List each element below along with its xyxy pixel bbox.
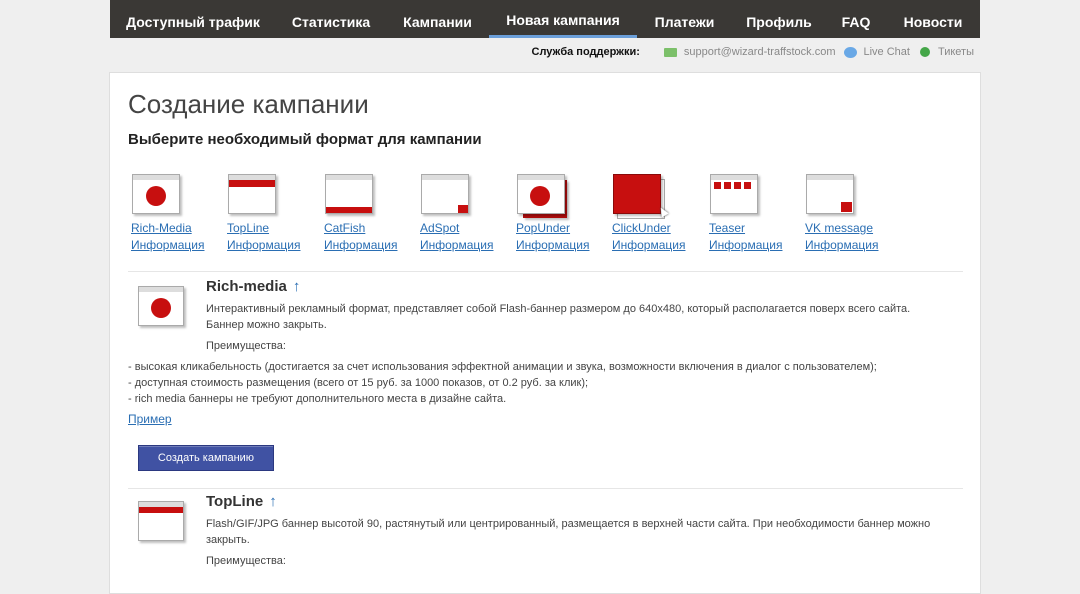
rich-media-advantages-label: Преимущества: — [206, 340, 286, 352]
topline-icon[interactable] — [228, 174, 276, 214]
nav-item-statistics[interactable]: Статистика — [276, 0, 386, 38]
support-label: Служба поддержки: — [531, 46, 640, 58]
scroll-top-arrow-icon[interactable]: ↑ — [293, 278, 301, 295]
nav-item-profile[interactable]: Профиль — [732, 0, 826, 38]
advantage-item: - доступная стоимость размещения (всего … — [128, 377, 589, 389]
mail-icon — [663, 47, 677, 57]
vk-message-icon[interactable] — [806, 174, 854, 214]
format-vk-message-info-link[interactable]: Информация — [805, 238, 878, 252]
catfish-icon[interactable] — [325, 174, 373, 214]
format-topline-link[interactable]: TopLine — [227, 221, 269, 235]
format-teaser-info-link[interactable]: Информация — [709, 238, 782, 252]
clickunder-icon[interactable] — [613, 174, 661, 214]
nav-item-payments[interactable]: Платежи — [637, 0, 732, 38]
advantage-item: - высокая кликабельность (достигается за… — [128, 361, 877, 373]
format-selector: Rich-Media Информация TopLine Информация… — [128, 171, 968, 261]
format-clickunder-info-link[interactable]: Информация — [612, 238, 685, 252]
rich-media-advantages-list: - высокая кликабельность (достигается за… — [128, 359, 968, 407]
tickets-link[interactable]: Тикеты — [938, 46, 974, 58]
divider — [128, 488, 963, 489]
format-subtitle: Выберите необходимый формат для кампании — [128, 131, 482, 148]
nav-item-campaigns[interactable]: Кампании — [386, 0, 489, 38]
topline-section-title: TopLine ↑ — [206, 493, 277, 510]
format-popunder-link[interactable]: PopUnder — [516, 221, 570, 235]
divider — [128, 271, 963, 272]
rich-media-desc-line-2: Баннер можно закрыть. — [206, 319, 327, 331]
format-teaser-link[interactable]: Teaser — [709, 221, 745, 235]
live-chat-link[interactable]: Live Chat — [864, 46, 910, 58]
format-rich-media-link[interactable]: Rich-Media — [131, 221, 192, 235]
nav-item-new-campaign[interactable]: Новая кампания — [489, 0, 637, 38]
topline-title-text: TopLine — [206, 493, 264, 510]
teaser-icon[interactable] — [710, 174, 758, 214]
format-rich-media-info-link[interactable]: Информация — [131, 238, 204, 252]
rich-media-icon[interactable] — [132, 174, 180, 214]
topline-description: Flash/GIF/JPG баннер высотой 90, растяну… — [206, 516, 966, 548]
page-title: Создание кампании — [128, 89, 369, 119]
ticket-icon — [919, 47, 930, 57]
rich-media-title-text: Rich-media — [206, 278, 287, 295]
nav-item-news[interactable]: Новости — [886, 0, 980, 38]
format-adspot-info-link[interactable]: Информация — [420, 238, 493, 252]
advantage-item: - rich media баннеры не требуют дополнит… — [128, 393, 507, 405]
scroll-top-arrow-icon[interactable]: ↑ — [269, 493, 277, 510]
topline-desc-line-1: Flash/GIF/JPG баннер высотой 90, растяну… — [206, 518, 931, 530]
topline-advantages-label: Преимущества: — [206, 555, 286, 567]
format-popunder-info-link[interactable]: Информация — [516, 238, 589, 252]
topline-desc-line-2: закрыть. — [206, 534, 250, 546]
format-topline-info-link[interactable]: Информация — [227, 238, 300, 252]
chat-icon — [843, 46, 857, 58]
format-catfish-info-link[interactable]: Информация — [324, 238, 397, 252]
top-navigation: Доступный трафик Статистика Кампании Нов… — [110, 0, 980, 38]
topline-section-icon — [138, 501, 184, 541]
create-campaign-button[interactable]: Создать кампанию — [138, 445, 274, 471]
format-adspot-link[interactable]: AdSpot — [420, 221, 459, 235]
popunder-icon[interactable] — [517, 174, 565, 214]
format-clickunder-link[interactable]: ClickUnder — [612, 221, 671, 235]
rich-media-description: Интерактивный рекламный формат, представ… — [206, 301, 966, 333]
rich-media-section-title: Rich-media ↑ — [206, 278, 300, 295]
rich-media-section-icon — [138, 286, 184, 326]
main-panel: Создание кампании Выберите необходимый ф… — [109, 72, 981, 594]
nav-item-available-traffic[interactable]: Доступный трафик — [110, 0, 276, 38]
format-catfish-link[interactable]: CatFish — [324, 221, 365, 235]
nav-item-faq[interactable]: FAQ — [826, 0, 886, 38]
adspot-icon[interactable] — [421, 174, 469, 214]
support-email-link[interactable]: support@wizard-traffstock.com — [684, 46, 836, 58]
example-link[interactable]: Пример — [128, 412, 172, 426]
support-bar: Служба поддержки: support@wizard-traffst… — [532, 46, 975, 58]
format-vk-message-link[interactable]: VK message — [805, 221, 873, 235]
rich-media-desc-line-1: Интерактивный рекламный формат, представ… — [206, 303, 911, 315]
